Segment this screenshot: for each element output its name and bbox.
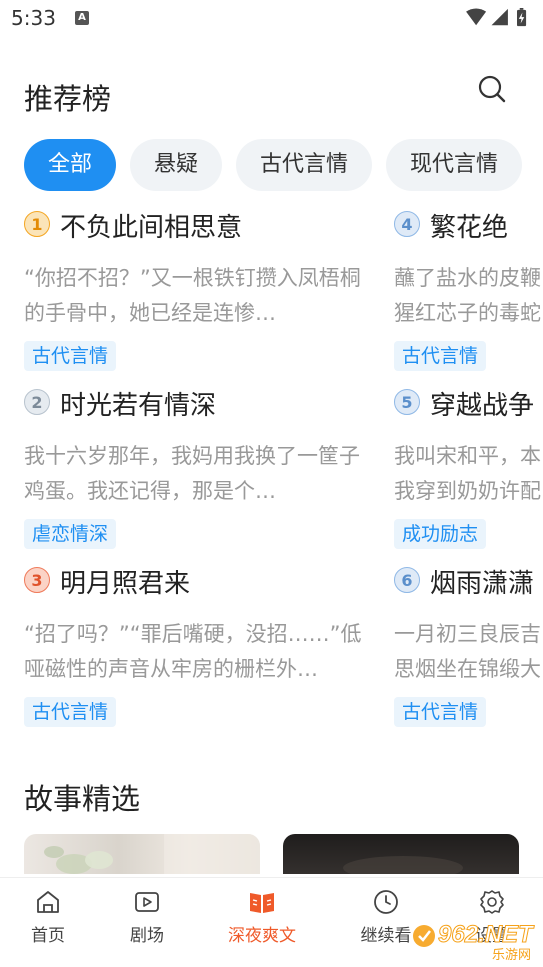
search-button[interactable] (476, 73, 508, 105)
rank-list: 1 不负此间相思意 “你招不招？”又一根铁钉攒入凤梧桐的手骨中，她已经是连惨… 古… (0, 207, 543, 747)
book-title: 烟雨潇潇 (430, 569, 535, 599)
genre-tag: 虐恋情深 (24, 519, 117, 549)
genre-tag: 成功励志 (394, 519, 487, 549)
cell-signal-icon (491, 8, 508, 26)
genre-tag: 古代言情 (394, 341, 487, 371)
tab-ancient-romance[interactable]: 古代言情 (236, 139, 373, 191)
video-icon (135, 892, 159, 912)
book-description: 蘸了盐水的皮鞭猩红芯子的毒蛇 (394, 266, 541, 325)
rank-item[interactable]: 4 繁花绝 蘸了盐水的皮鞭猩红芯子的毒蛇 古代言情 (394, 207, 543, 377)
notification-icon: A (75, 11, 89, 25)
book-title: 穿越战争 (430, 391, 535, 421)
rank-badge: 2 (24, 388, 50, 415)
nav-home[interactable]: 首页 (0, 888, 98, 946)
status-time: 5:33 (11, 6, 56, 30)
rank-badge: 5 (394, 388, 420, 415)
rank-item[interactable]: 3 明月照君来 “招了吗？”“罪后嘴硬，没招……”低哑磁性的声音从牢房的栅栏外… … (24, 563, 384, 733)
search-icon (478, 75, 506, 103)
tab-modern-romance[interactable]: 现代言情 (386, 139, 523, 191)
rank-badge: 4 (394, 210, 420, 237)
watermark-logo: 962.NET 乐游网 (410, 908, 543, 964)
home-icon (37, 891, 59, 913)
nav-theater[interactable]: 剧场 (97, 888, 197, 946)
category-tabs: 全部 悬疑 古代言情 现代言情 (24, 139, 543, 191)
book-description: 我十六岁那年，我妈用我换了一筐子鸡蛋。我还记得，那是个… (24, 444, 360, 503)
svg-text:962.NET: 962.NET (438, 921, 535, 948)
signal-battery-icons (466, 8, 527, 27)
nav-label: 深夜爽文 (228, 926, 296, 946)
clock-icon (374, 890, 398, 914)
book-title: 不负此间相思意 (60, 213, 243, 243)
book-title: 繁花绝 (430, 213, 509, 243)
book-description: 一月初三良辰吉思烟坐在锦缎大 (394, 622, 541, 681)
book-title: 明月照君来 (60, 569, 191, 599)
wifi-icon (466, 8, 487, 26)
book-icon (250, 893, 274, 913)
rank-item[interactable]: 6 烟雨潇潇 一月初三良辰吉思烟坐在锦缎大 古代言情 (394, 563, 543, 733)
book-description: “你招不招？”又一根铁钉攒入凤梧桐的手骨中，她已经是连惨… (24, 266, 361, 325)
story-cover-image (44, 834, 260, 874)
svg-text:乐游网: 乐游网 (492, 948, 531, 963)
nav-late-night[interactable]: 深夜爽文 (212, 888, 312, 946)
book-description: “招了吗？”“罪后嘴硬，没招……”低哑磁性的声音从牢房的栅栏外… (24, 622, 362, 681)
tab-suspense[interactable]: 悬疑 (130, 139, 223, 191)
nav-label: 首页 (31, 926, 65, 946)
book-description: 我叫宋和平，本我穿到奶奶许配 (394, 444, 541, 503)
rank-item[interactable]: 2 时光若有情深 我十六岁那年，我妈用我换了一筐子鸡蛋。我还记得，那是个… 虐恋情… (24, 385, 384, 555)
book-title: 时光若有情深 (60, 391, 217, 421)
genre-tag: 古代言情 (24, 341, 117, 371)
rank-badge: 3 (24, 566, 50, 593)
rank-badge: 1 (24, 210, 50, 237)
story-cover-image (343, 856, 463, 874)
tab-all[interactable]: 全部 (24, 139, 117, 191)
genre-tag: 古代言情 (394, 697, 487, 727)
rank-item[interactable]: 5 穿越战争 我叫宋和平，本我穿到奶奶许配 成功励志 (394, 385, 543, 555)
rank-item[interactable]: 1 不负此间相思意 “你招不招？”又一根铁钉攒入凤梧桐的手骨中，她已经是连惨… 古… (24, 207, 384, 377)
page-title: 推荐榜 (24, 82, 112, 116)
rank-badge: 6 (394, 566, 420, 593)
status-bar: 5:33 A (0, 0, 543, 38)
section-title: 故事精选 (24, 782, 141, 816)
story-card[interactable] (24, 834, 260, 874)
nav-label: 剧场 (130, 926, 164, 946)
genre-tag: 古代言情 (24, 697, 117, 727)
story-card[interactable] (283, 834, 519, 874)
